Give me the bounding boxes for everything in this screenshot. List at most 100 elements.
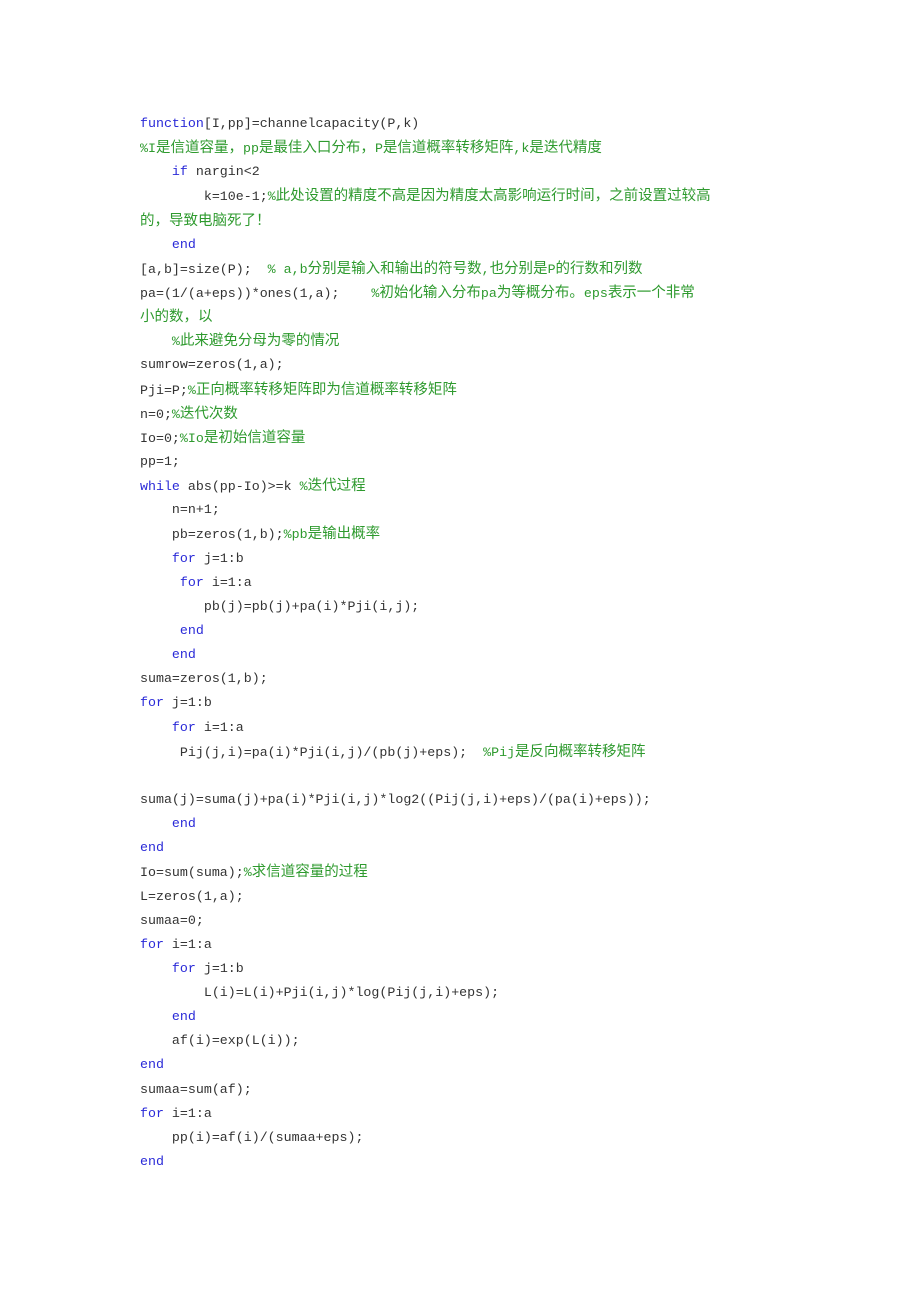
keyword: for	[171, 550, 196, 566]
code-line: suma(j)=suma(j)+pa(i)*Pji(i,j)*log2((Pij…	[140, 788, 790, 812]
code-text: i=1:a	[163, 1105, 212, 1121]
keyword: function	[140, 116, 204, 131]
keyword: for	[171, 960, 196, 976]
code-line: for i=1:a	[140, 933, 790, 957]
code-text: Pij(j,i)=pa(i)*Pji(i,j)/(pb(j)+eps);	[179, 744, 484, 760]
code-line: suma=zeros(1,b);	[140, 667, 790, 691]
comment: %求信道容量的过程	[243, 864, 368, 881]
keyword: end	[140, 1057, 164, 1073]
code-text: n=n+1;	[171, 502, 220, 518]
code-line: pp(i)=af(i)/(sumaa+eps);	[140, 1126, 790, 1150]
code-text: L(i)=L(i)+Pji(i,j)*log(Pij(j,i)+eps);	[203, 985, 500, 1001]
code-line: for i=1:a	[140, 716, 790, 740]
code-line: Pji=P;%正向概率转移矩阵即为信道概率转移矩阵	[140, 378, 790, 402]
code-line: for i=1:a	[140, 571, 790, 595]
code-text: pa=(1/(a+eps))*ones(1,a);	[140, 285, 372, 301]
code-line: Pij(j,i)=pa(i)*Pji(i,j)/(pb(j)+eps); %Pi…	[140, 740, 790, 764]
keyword: for	[140, 1105, 164, 1121]
code-line: sumaa=sum(af);	[140, 1078, 790, 1102]
code-line: end	[140, 1005, 790, 1029]
code-text: Pji=P;	[140, 382, 188, 398]
code-text: sumaa=sum(af);	[140, 1081, 252, 1097]
keyword: for	[179, 574, 204, 590]
code-document: function[I,pp]=channelcapacity(P,k) %I是信道…	[140, 112, 790, 1174]
comment: 的，导致电脑死了！	[140, 212, 271, 229]
code-text: j=1:b	[195, 960, 244, 976]
comment: %Io是初始信道容量	[179, 429, 306, 446]
code-text: pb=zeros(1,b);	[171, 527, 284, 543]
code-line: sumrow=zeros(1,a);	[140, 353, 790, 377]
comment: %此来避免分母为零的情况	[171, 333, 340, 350]
comment: %迭代过程	[299, 478, 366, 495]
code-line: while abs(pp-Io)>=k %迭代过程	[140, 474, 790, 498]
code-line: 的，导致电脑死了！	[140, 209, 790, 233]
code-text: nargin<2	[187, 164, 260, 180]
code-text: Io=sum(suma);	[140, 865, 244, 881]
code-line: k=10e-1;%此处设置的精度不高是因为精度太高影响运行时间，之前设置过较高	[140, 184, 790, 208]
keyword: while	[140, 479, 180, 495]
code-line: n=n+1;	[140, 498, 790, 522]
code-line: end	[140, 836, 790, 860]
comment: %Pij是反向概率转移矩阵	[483, 743, 646, 760]
keyword: end	[171, 1009, 196, 1025]
code-line: sumaa=0;	[140, 909, 790, 933]
code-line: function[I,pp]=channelcapacity(P,k)	[140, 112, 790, 136]
code-line: af(i)=exp(L(i));	[140, 1029, 790, 1053]
code-text: [I,pp]=channelcapacity(P,k)	[203, 116, 420, 131]
code-text: n=0;	[140, 406, 172, 422]
code-line: for i=1:a	[140, 1102, 790, 1126]
code-line: [a,b]=size(P); % a,b分别是输入和输出的符号数,也分别是P的行…	[140, 257, 790, 281]
keyword: end	[140, 1154, 164, 1170]
keyword: end	[179, 622, 204, 638]
code-text: Io=0;	[140, 430, 180, 446]
code-line: %此来避免分母为零的情况	[140, 329, 790, 353]
code-line: for j=1:b	[140, 957, 790, 981]
code-text: i=1:a	[163, 936, 212, 952]
code-line: for j=1:b	[140, 691, 790, 715]
code-line: for j=1:b	[140, 547, 790, 571]
code-line: pp=1;	[140, 450, 790, 474]
code-line: pb=zeros(1,b);%pb是输出概率	[140, 522, 790, 546]
code-text: sumrow=zeros(1,a);	[140, 357, 284, 373]
code-text: sumaa=0;	[140, 912, 204, 928]
code-line: end	[140, 812, 790, 836]
code-line: %I是信道容量，pp是最佳入口分布，P是信道概率转移矩阵,k是迭代精度	[140, 136, 790, 160]
code-text: k=10e-1;	[203, 189, 268, 205]
code-text: L=zeros(1,a);	[140, 888, 244, 904]
comment: %迭代次数	[171, 405, 238, 422]
comment: % a,b分别是输入和输出的符号数,也分别是P的行数和列数	[267, 260, 643, 277]
comment: %此处设置的精度不高是因为精度太高影响运行时间，之前设置过较高	[267, 188, 711, 205]
code-text: i=1:a	[203, 574, 252, 590]
code-text: suma(j)=suma(j)+pa(i)*Pji(i,j)*log2((Pij…	[140, 791, 651, 807]
code-line: pa=(1/(a+eps))*ones(1,a); %初始化输入分布pa为等概分…	[140, 281, 790, 305]
code-line: end	[140, 619, 790, 643]
comment: %正向概率转移矩阵即为信道概率转移矩阵	[187, 381, 457, 398]
code-line: end	[140, 1150, 790, 1174]
code-text: suma=zeros(1,b);	[140, 671, 268, 687]
code-line: Io=sum(suma);%求信道容量的过程	[140, 860, 790, 884]
code-line: pb(j)=pb(j)+pa(i)*Pji(i,j);	[140, 595, 790, 619]
code-text: i=1:a	[195, 719, 244, 735]
keyword: end	[140, 840, 164, 856]
code-line: end	[140, 1053, 790, 1077]
code-line: Io=0;%Io是初始信道容量	[140, 426, 790, 450]
comment: %pb是输出概率	[283, 526, 381, 543]
